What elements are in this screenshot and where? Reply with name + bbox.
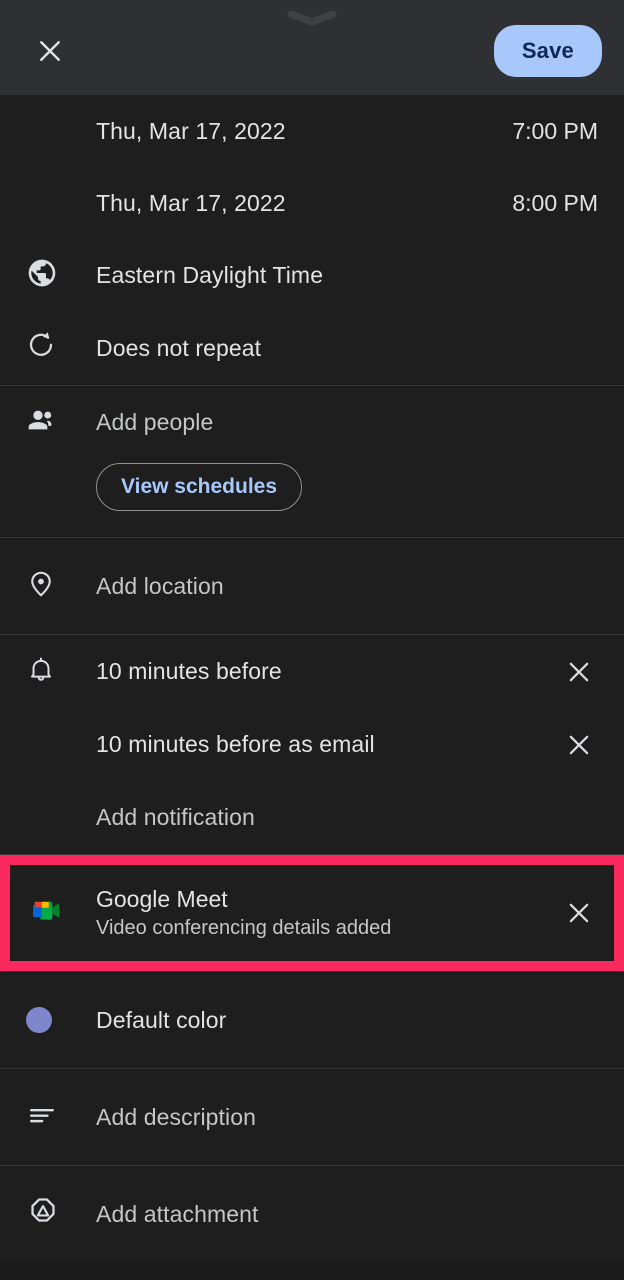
add-notification-row[interactable]: Add notification	[0, 781, 624, 854]
color-gutter	[26, 1007, 96, 1033]
add-notification-label[interactable]: Add notification	[96, 804, 255, 831]
remove-notification-icon[interactable]	[556, 649, 602, 695]
bell-icon	[26, 654, 56, 689]
people-icon	[26, 404, 58, 441]
attachment-gutter	[26, 1195, 96, 1234]
recurrence-row[interactable]: Does not repeat	[0, 312, 624, 385]
notification-row[interactable]: 10 minutes before as email	[0, 708, 624, 781]
description-lines-icon	[26, 1099, 58, 1136]
location-pin-icon	[26, 569, 56, 604]
people-gutter	[26, 404, 96, 441]
description-gutter	[26, 1099, 96, 1136]
location-section: Add location	[0, 538, 624, 634]
event-end-row[interactable]: Thu, Mar 17, 2022 8:00 PM	[0, 167, 624, 239]
add-location-row[interactable]: Add location	[0, 538, 624, 634]
conferencing-title: Google Meet	[96, 885, 228, 912]
add-description-label[interactable]: Add description	[96, 1104, 256, 1131]
conferencing-highlight-box: Google Meet Video conferencing details a…	[0, 855, 624, 971]
conferencing-subtitle: Video conferencing details added	[96, 917, 392, 940]
remove-notification-icon[interactable]	[556, 722, 602, 768]
globe-icon	[26, 257, 58, 294]
notification-row[interactable]: 10 minutes before	[0, 635, 624, 708]
add-attachment-row[interactable]: Add attachment	[0, 1166, 624, 1262]
description-section: Add description	[0, 1069, 624, 1165]
add-people-label[interactable]: Add people	[96, 409, 213, 436]
default-color-row[interactable]: Default color	[0, 972, 624, 1068]
recurrence-label[interactable]: Does not repeat	[96, 335, 261, 362]
start-date-value[interactable]: Thu, Mar 17, 2022	[96, 118, 286, 145]
close-icon[interactable]	[26, 27, 74, 75]
color-section: Default color	[0, 972, 624, 1068]
notification-label[interactable]: 10 minutes before	[96, 658, 282, 685]
schedule-section: Thu, Mar 17, 2022 7:00 PM Thu, Mar 17, 2…	[0, 95, 624, 385]
add-location-label[interactable]: Add location	[96, 573, 224, 600]
notifications-section: 10 minutes before 10 minutes before as e…	[0, 635, 624, 854]
start-time-value[interactable]: 7:00 PM	[512, 118, 598, 145]
attachment-section: Add attachment	[0, 1166, 624, 1262]
timezone-label[interactable]: Eastern Daylight Time	[96, 262, 323, 289]
conferencing-gutter	[26, 890, 96, 937]
top-app-bar: Save	[0, 0, 624, 95]
notification-label[interactable]: 10 minutes before as email	[96, 731, 375, 758]
remove-conferencing-icon[interactable]	[556, 890, 602, 936]
timezone-gutter	[26, 257, 96, 294]
conferencing-text: Google Meet Video conferencing details a…	[96, 885, 556, 942]
save-button[interactable]: Save	[493, 24, 602, 77]
location-gutter	[26, 569, 96, 604]
people-section: Add people View schedules	[0, 386, 624, 537]
google-meet-row[interactable]: Google Meet Video conferencing details a…	[10, 865, 614, 961]
notification-gutter	[26, 654, 96, 689]
color-dot-icon	[26, 1007, 52, 1033]
add-description-row[interactable]: Add description	[0, 1069, 624, 1165]
end-time-value[interactable]: 8:00 PM	[512, 190, 598, 217]
add-attachment-label[interactable]: Add attachment	[96, 1201, 259, 1228]
google-meet-icon	[26, 890, 68, 937]
add-people-row[interactable]: Add people	[0, 386, 624, 459]
repeat-icon	[26, 331, 56, 366]
drive-attachment-icon	[26, 1195, 60, 1234]
timezone-row[interactable]: Eastern Daylight Time	[0, 239, 624, 312]
end-date-value[interactable]: Thu, Mar 17, 2022	[96, 190, 286, 217]
recurrence-gutter	[26, 331, 96, 366]
event-start-row[interactable]: Thu, Mar 17, 2022 7:00 PM	[0, 95, 624, 167]
view-schedules-button[interactable]: View schedules	[96, 463, 303, 511]
default-color-label[interactable]: Default color	[96, 1007, 226, 1034]
chevron-down-handle-icon[interactable]	[287, 10, 337, 26]
